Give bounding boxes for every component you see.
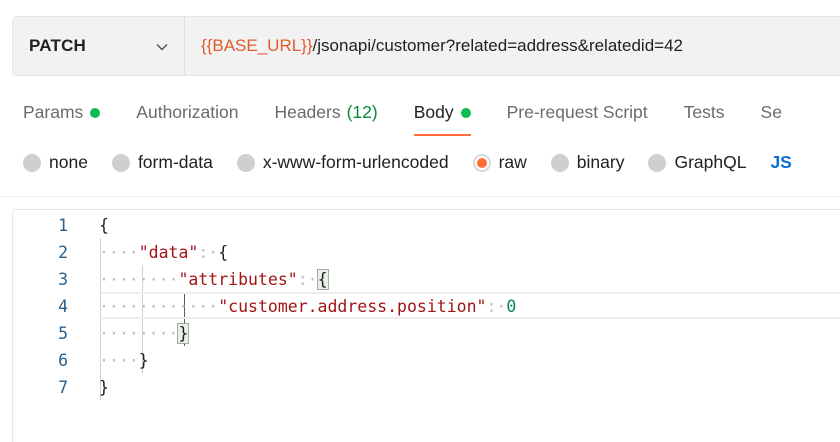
tab-label: Authorization bbox=[136, 102, 239, 122]
radio-label: binary bbox=[576, 152, 625, 172]
json-key: "attributes" bbox=[178, 270, 298, 289]
whitespace: ········ bbox=[99, 270, 179, 289]
radio-label: none bbox=[49, 152, 88, 172]
radio-circle bbox=[236, 153, 255, 172]
format-select[interactable]: JS bbox=[770, 152, 791, 173]
radio-circle bbox=[111, 153, 130, 172]
radio-label: x-www-form-urlencoded bbox=[262, 152, 449, 172]
method-label: PATCH bbox=[29, 36, 87, 55]
line-number: 7 bbox=[58, 378, 68, 397]
radio-label: form-data bbox=[137, 152, 213, 172]
line-number: 4 bbox=[58, 297, 68, 316]
whitespace: ········ bbox=[99, 324, 179, 343]
json-key: "customer.address.position" bbox=[218, 297, 487, 316]
status-dot bbox=[90, 108, 101, 118]
request-tabs: Params Authorization Headers (12) Body P… bbox=[23, 98, 818, 138]
url-path: /jsonapi/customer?related=address&relate… bbox=[312, 36, 683, 55]
tab-count: (12) bbox=[346, 102, 378, 122]
whitespace: ···· bbox=[99, 243, 139, 262]
url-variable: {{BASE_URL}} bbox=[201, 36, 313, 55]
radio-form-data[interactable]: form-data bbox=[111, 152, 213, 173]
code-line: 7 } bbox=[13, 374, 840, 401]
line-number: 3 bbox=[58, 270, 68, 289]
method-select[interactable]: PATCH bbox=[13, 17, 185, 75]
divider bbox=[0, 196, 840, 197]
tab-label: Body bbox=[413, 102, 454, 122]
json-number: 0 bbox=[506, 297, 517, 316]
radio-none[interactable]: none bbox=[23, 152, 88, 173]
tab-settings[interactable]: Se bbox=[761, 98, 782, 136]
line-number: 1 bbox=[58, 216, 68, 235]
tab-headers[interactable]: Headers (12) bbox=[274, 98, 377, 136]
json-bracket: { bbox=[99, 216, 109, 235]
radio-x-www-form-urlencoded[interactable]: x-www-form-urlencoded bbox=[236, 152, 449, 173]
code-editor[interactable]: 1 { 2 ····"data":·{ 3 ········"attribute… bbox=[12, 209, 840, 442]
line-number: 6 bbox=[58, 351, 68, 370]
radio-graphql[interactable]: GraphQL bbox=[648, 152, 746, 173]
radio-raw[interactable]: raw bbox=[472, 152, 527, 173]
radio-circle-selected bbox=[472, 153, 491, 172]
tab-tests[interactable]: Tests bbox=[684, 98, 725, 136]
code-line: 1 { bbox=[13, 212, 840, 239]
whitespace: ············ bbox=[99, 297, 219, 316]
radio-label: GraphQL bbox=[674, 152, 747, 172]
tab-label: Params bbox=[23, 102, 84, 122]
json-bracket: { bbox=[218, 243, 229, 262]
tab-label: Se bbox=[760, 102, 782, 122]
code-line: 5 ········} bbox=[13, 320, 840, 347]
request-url-bar: PATCH {{BASE_URL}}/jsonapi/customer?rela… bbox=[12, 16, 840, 76]
json-bracket: } bbox=[138, 351, 149, 370]
code-line: 3 ········"attributes":·{ bbox=[13, 266, 840, 293]
line-number: 5 bbox=[58, 324, 68, 343]
whitespace: ···· bbox=[99, 351, 139, 370]
json-bracket-matched: { bbox=[316, 269, 329, 290]
json-separator: :· bbox=[198, 243, 219, 262]
tab-body[interactable]: Body bbox=[413, 98, 471, 136]
chevron-down-icon bbox=[156, 43, 168, 51]
json-separator: :· bbox=[297, 270, 318, 289]
tab-label: Headers bbox=[274, 102, 341, 122]
tab-authorization[interactable]: Authorization bbox=[136, 98, 238, 136]
radio-circle bbox=[23, 153, 41, 172]
code-line: 2 ····"data":·{ bbox=[13, 239, 840, 266]
json-key: "data" bbox=[138, 243, 199, 262]
radio-circle bbox=[550, 153, 569, 172]
tab-label: Pre-request Script bbox=[506, 102, 648, 122]
code-line: 6 ····} bbox=[13, 347, 840, 374]
code-line-current: 4 ············"customer.address.position… bbox=[13, 292, 840, 320]
tab-label: Tests bbox=[683, 102, 725, 122]
radio-circle bbox=[648, 153, 667, 172]
url-input[interactable]: {{BASE_URL}}/jsonapi/customer?related=ad… bbox=[185, 36, 840, 56]
json-bracket: } bbox=[99, 378, 109, 397]
json-separator: :· bbox=[486, 297, 507, 316]
body-type-options: none form-data x-www-form-urlencoded raw… bbox=[23, 152, 792, 173]
tab-pre-request-script[interactable]: Pre-request Script bbox=[507, 98, 648, 136]
json-bracket-matched: } bbox=[177, 323, 190, 344]
radio-label: raw bbox=[498, 152, 527, 172]
radio-binary[interactable]: binary bbox=[550, 152, 625, 173]
tab-params[interactable]: Params bbox=[23, 98, 101, 136]
line-number: 2 bbox=[58, 243, 68, 262]
status-dot bbox=[460, 108, 471, 118]
